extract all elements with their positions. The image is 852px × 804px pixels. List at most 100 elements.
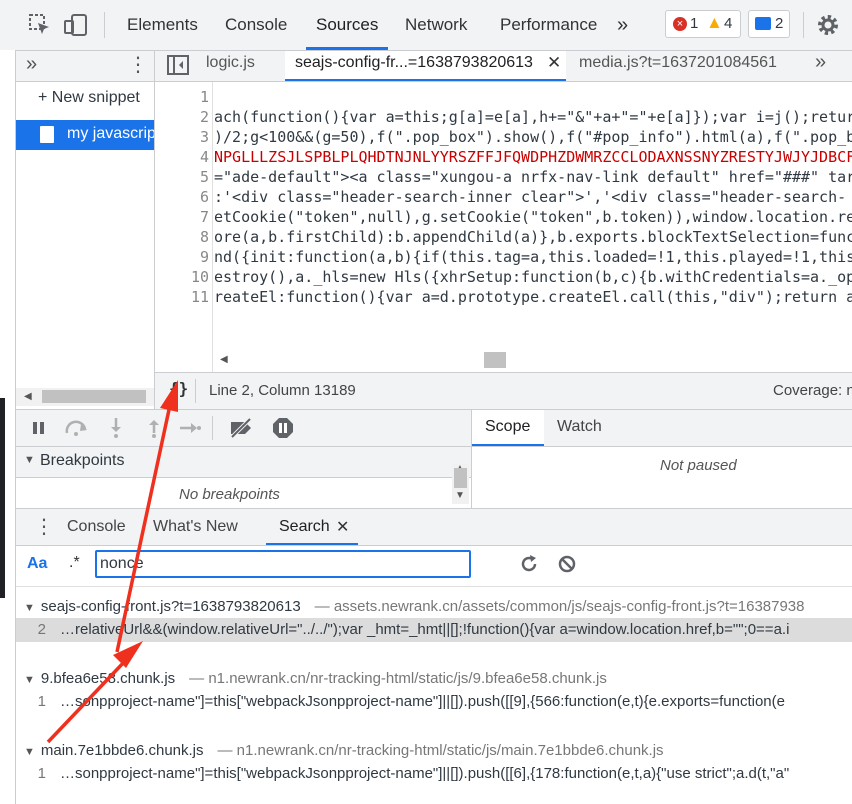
no-breakpoints-text: No breakpoints (179, 486, 280, 503)
message-icon (755, 17, 771, 30)
result-file-path: — n1.newrank.cn/nr-tracking-html/static/… (217, 742, 664, 759)
result-snippet: …sonpproject-name"]=this["webpackJsonppr… (60, 765, 790, 782)
navigator-menu-icon[interactable]: ⋮ (128, 52, 148, 78)
clear-search-icon[interactable] (558, 555, 576, 573)
result-snippet: …sonpproject-name"]=this["webpackJsonppr… (60, 693, 785, 710)
code-editor[interactable]: 1 2 ach(function(){var a=this;g[a]=e[a],h+… (155, 82, 852, 372)
tab-network[interactable]: Network (405, 0, 467, 50)
code-line: nd({init:function(a,b){if(this.tag=a,thi… (214, 248, 852, 266)
close-search-icon[interactable]: ✕ (336, 517, 349, 537)
line-number[interactable]: 9 (155, 247, 209, 267)
error-count: 1 (690, 15, 699, 32)
tab-scope-label: Scope (485, 418, 531, 435)
regex-button[interactable]: .* (69, 554, 80, 572)
line-number[interactable]: 11 (155, 287, 209, 307)
result-file-name: main.7e1bbde6.chunk.js (40, 742, 204, 759)
cursor-position: Line 2, Column 13189 (209, 382, 356, 399)
warning-count: 4 (724, 15, 733, 32)
expand-triangle-icon: ▼ (24, 746, 35, 758)
deactivate-breakpoints-icon[interactable] (228, 417, 254, 439)
result-match-line[interactable]: 1 …sonpproject-name"]=this["webpackJsonpp… (16, 690, 852, 714)
error-icon: × (673, 17, 687, 31)
step-into-icon[interactable] (108, 417, 124, 439)
search-input[interactable] (95, 550, 471, 578)
result-line-number: 2 (37, 621, 46, 638)
line-number[interactable]: 6 (155, 187, 209, 207)
editor-tabbar: logic.js seajs-config-fr...=163879382061… (155, 51, 852, 81)
editor-tab-logic[interactable]: logic.js (206, 54, 255, 72)
editor-tab-media[interactable]: media.js?t=1637201084561 (579, 54, 777, 72)
drawer-tab-whats-new[interactable]: What's New (153, 518, 238, 536)
tab-console[interactable]: Console (225, 0, 287, 50)
breakpoints-scrollbar[interactable]: ▲ ▼ (452, 463, 469, 504)
code-line: NPGLLLZSJLSPBLPLQHDTNJNLYYRSZFFJFQWDPHZD… (214, 148, 852, 166)
editor-tab-seajs[interactable]: seajs-config-fr...=1638793820613 ✕ (285, 51, 566, 81)
result-file-row[interactable]: ▼ seajs-config-front.js?t=1638793820613 — … (16, 594, 805, 620)
line-number[interactable]: 5 (155, 167, 209, 187)
settings-gear-icon[interactable] (816, 13, 840, 37)
expand-triangle-icon: ▼ (24, 602, 35, 614)
line-number[interactable]: 10 (155, 267, 209, 287)
snippet-item[interactable]: my javascrip (16, 120, 156, 150)
result-file-path: — assets.newrank.cn/assets/common/js/sea… (314, 598, 805, 615)
tab-watch[interactable]: Watch (557, 418, 602, 436)
issues-badge[interactable]: × 1 ▲ 4 (665, 10, 741, 38)
drawer-tab-search-label: Search (279, 518, 330, 535)
step-out-icon[interactable] (146, 417, 162, 439)
drawer-tab-console[interactable]: Console (67, 518, 126, 536)
result-file-row[interactable]: ▼ main.7e1bbde6.chunk.js — n1.newrank.cn/n… (16, 738, 664, 764)
device-toggle-icon[interactable] (63, 13, 89, 37)
result-line-number: 1 (37, 693, 46, 710)
line-number[interactable]: 2 (155, 107, 209, 127)
drawer-tab-search[interactable]: Search ✕ (266, 509, 358, 545)
new-snippet-button[interactable]: + New snippet (38, 89, 140, 107)
line-number[interactable]: 3 (155, 127, 209, 147)
code-line: estroy(),a._hls=new Hls({xhrSetup:functi… (214, 268, 852, 286)
pause-icon[interactable] (32, 421, 46, 435)
not-paused-text: Not paused (660, 457, 737, 474)
code-line: ="ade-default"><a class="xungou-a nrfx-n… (214, 168, 852, 186)
pause-on-exceptions-icon[interactable] (272, 417, 294, 439)
scope-watch-tabs: Scope Watch (472, 410, 852, 446)
messages-badge[interactable]: 2 (748, 10, 790, 38)
tab-performance[interactable]: Performance (500, 0, 597, 50)
editor-h-scrollbar[interactable]: ◀ (212, 352, 852, 368)
result-file-row[interactable]: ▼ 9.bfea6e58.chunk.js — n1.newrank.cn/nr-t… (16, 666, 607, 692)
result-line-number: 1 (37, 765, 46, 782)
step-over-icon[interactable] (64, 419, 90, 437)
search-toolbar: Aa .* (16, 546, 852, 586)
line-number[interactable]: 8 (155, 227, 209, 247)
pretty-print-button[interactable]: {} (169, 379, 188, 398)
inspect-icon[interactable] (28, 13, 52, 37)
code-line: ore(a,b.firstChild):b.appendChild(a)},b.… (214, 228, 852, 246)
tab-elements[interactable]: Elements (127, 0, 198, 50)
message-count: 2 (775, 15, 784, 32)
tab-sources[interactable]: Sources (306, 0, 389, 50)
page-edge-marker (0, 398, 5, 598)
tab-scope[interactable]: Scope (472, 410, 544, 446)
editor-more-tabs-button[interactable]: » (815, 51, 826, 74)
code-line: ach(function(){var a=this;g[a]=e[a],h+="… (214, 108, 852, 126)
line-number[interactable]: 4 (155, 147, 209, 167)
snippet-label: my javascrip (67, 125, 156, 142)
toggle-navigator-icon[interactable] (167, 55, 189, 75)
result-file-name: seajs-config-front.js?t=1638793820613 (40, 598, 301, 615)
more-tabs-button[interactable]: » (617, 0, 628, 50)
navigator-more-button[interactable]: » (26, 53, 37, 76)
close-icon[interactable]: ✕ (547, 53, 561, 73)
code-line: :'<div class="header-search-inner clear"… (214, 188, 847, 206)
navigator-scrollbar[interactable]: ◀ (16, 388, 154, 406)
expand-triangle-icon: ▼ (24, 674, 35, 686)
result-file-path: — n1.newrank.cn/nr-tracking-html/static/… (189, 670, 607, 687)
match-case-button[interactable]: Aa (27, 555, 47, 573)
line-number[interactable]: 1 (155, 87, 209, 107)
refresh-icon[interactable] (519, 554, 539, 574)
line-number[interactable]: 7 (155, 207, 209, 227)
coverage-label: Coverage: n (773, 382, 852, 399)
breakpoints-header[interactable]: ▼ Breakpoints (16, 447, 471, 477)
expand-triangle-icon: ▼ (24, 454, 35, 466)
result-match-line[interactable]: 2 …relativeUrl&&(window.relativeUrl="../.… (16, 618, 852, 642)
result-match-line[interactable]: 1 …sonpproject-name"]=this["webpackJsonpp… (16, 762, 852, 786)
step-icon[interactable] (178, 420, 202, 436)
drawer-menu-icon[interactable]: ⋮ (34, 514, 54, 539)
